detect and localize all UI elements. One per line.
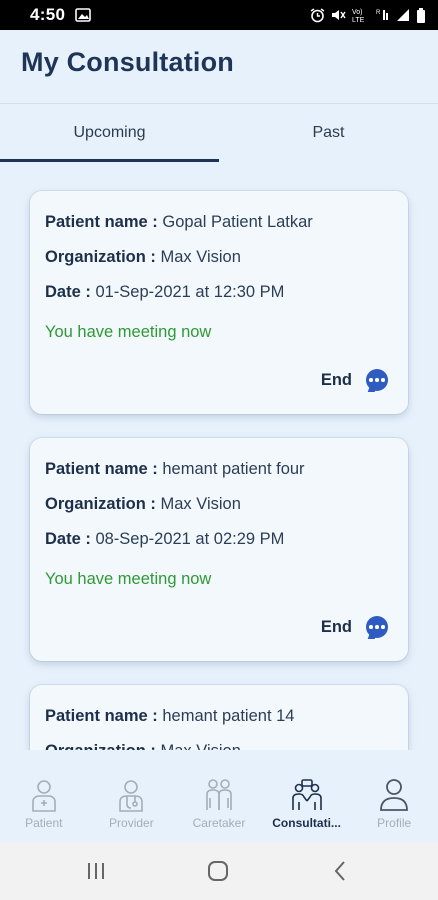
organization-label: Organization : — [45, 742, 156, 750]
patient-name: Gopal Patient Latkar — [162, 213, 313, 231]
chat-icon[interactable] — [366, 369, 388, 391]
nav-profile[interactable]: Profile — [350, 760, 438, 842]
date-value: 01-Sep-2021 at 12:30 PM — [95, 283, 285, 301]
nav-label: Provider — [109, 816, 154, 830]
back-icon[interactable] — [333, 860, 347, 882]
consultation-card: Patient name : hemant patient 14 Organiz… — [30, 685, 408, 750]
tab-past[interactable]: Past — [219, 104, 438, 162]
wifi-icon: R — [376, 10, 388, 20]
profile-icon — [380, 779, 409, 811]
patient-name-label: Patient name : — [45, 213, 158, 231]
date-label: Date : — [45, 530, 91, 548]
signal-icon — [397, 9, 409, 21]
consultation-card: Patient name : Gopal Patient Latkar Orga… — [30, 191, 408, 414]
organization-label: Organization : — [45, 495, 156, 513]
nav-caretaker[interactable]: Caretaker — [175, 760, 263, 842]
mute-icon — [332, 10, 346, 20]
nav-label: Patient — [25, 816, 63, 830]
consultation-icon — [291, 779, 322, 810]
nav-consultation[interactable]: Consultati... — [263, 760, 351, 842]
end-label: End — [320, 617, 352, 636]
date-label: Date : — [45, 283, 91, 301]
nav-label: Consultati... — [272, 816, 341, 830]
end-button[interactable]: End — [321, 616, 388, 638]
nav-label: Profile — [377, 816, 412, 830]
consultation-list[interactable]: Patient name : Gopal Patient Latkar Orga… — [0, 162, 438, 750]
provider-icon — [119, 780, 144, 812]
svg-text:Vo): Vo) — [352, 9, 363, 16]
status-bar: 4:50 Vo) LTE R — [0, 0, 438, 30]
patient-name: hemant patient four — [162, 460, 305, 478]
svg-text:R: R — [376, 10, 381, 16]
patient-icon — [31, 780, 56, 812]
end-button[interactable]: End — [321, 369, 388, 391]
recent-apps-icon[interactable] — [86, 860, 106, 882]
page-title: My Consultation — [21, 47, 234, 77]
patient-name: hemant patient 14 — [162, 707, 295, 725]
bottom-nav: Patient Provider Caretaker Consultati...… — [0, 760, 438, 842]
organization: Max Vision — [160, 248, 241, 266]
organization: Max Vision — [160, 495, 241, 513]
organization: Max Vision — [161, 742, 241, 750]
system-nav-bar — [0, 842, 438, 900]
app-header: My Consultation — [0, 30, 438, 104]
tab-bar: Upcoming Past — [0, 104, 438, 162]
svg-text:LTE: LTE — [352, 17, 365, 23]
battery-icon — [417, 7, 425, 23]
meeting-status: You have meeting now — [45, 323, 212, 341]
chat-icon[interactable] — [366, 616, 388, 638]
consultation-card: Patient name : hemant patient four Organ… — [30, 438, 408, 661]
caretaker-icon — [206, 779, 232, 810]
image-icon — [75, 8, 92, 22]
status-time: 4:50 — [30, 5, 66, 24]
home-icon[interactable] — [207, 860, 229, 882]
volte-icon: Vo)LTE — [352, 9, 365, 23]
alarm-icon — [310, 7, 325, 22]
tab-upcoming[interactable]: Upcoming — [0, 104, 219, 162]
end-label: End — [320, 370, 352, 389]
nav-provider[interactable]: Provider — [88, 760, 176, 842]
date-value: 08-Sep-2021 at 02:29 PM — [95, 530, 285, 548]
meeting-status: You have meeting now — [45, 570, 212, 588]
patient-name-label: Patient name : — [45, 707, 158, 725]
nav-label: Caretaker — [192, 816, 246, 830]
patient-name-label: Patient name : — [45, 460, 158, 478]
nav-patient[interactable]: Patient — [0, 760, 88, 842]
organization-label: Organization : — [45, 248, 156, 266]
